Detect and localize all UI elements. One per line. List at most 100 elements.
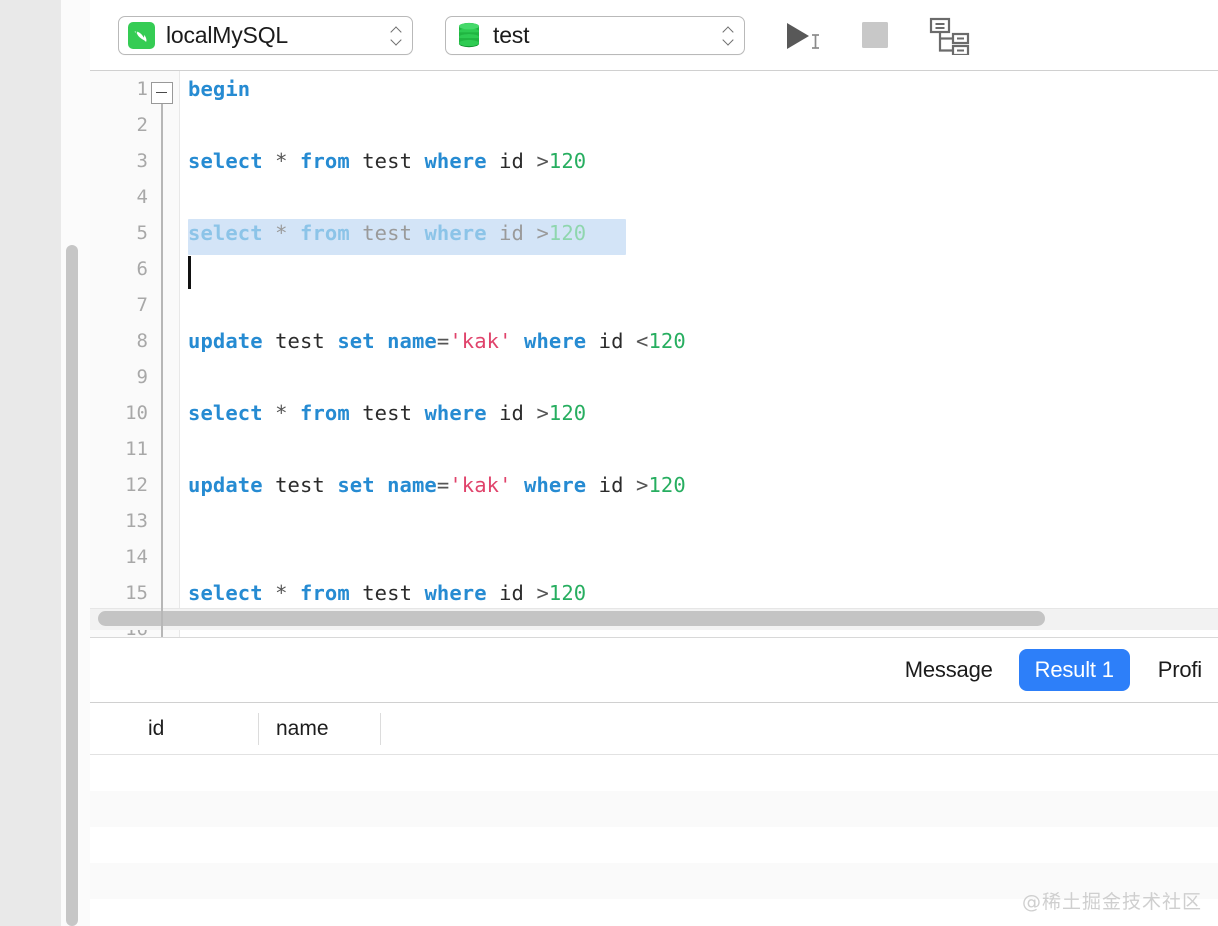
code-token: from (300, 149, 350, 173)
code-line[interactable]: 1 begin (90, 71, 1218, 107)
code-line[interactable]: 7 (90, 287, 1218, 323)
code-line[interactable]: 11 (90, 431, 1218, 467)
code-text[interactable]: select * from test where id >120 (188, 143, 586, 179)
code-text[interactable]: begin (188, 71, 250, 107)
code-token: begin (188, 77, 251, 101)
line-number: 12 (125, 474, 148, 496)
database-stepper-icon[interactable] (716, 19, 740, 51)
code-token: set (337, 329, 375, 353)
code-line[interactable]: 15 select * from test where id >120 (90, 575, 1218, 611)
line-number: 13 (125, 510, 148, 532)
code-token: select (188, 401, 263, 425)
code-line[interactable]: 9 (90, 359, 1218, 395)
column-header-blank[interactable] (380, 703, 500, 755)
line-number: 3 (136, 150, 148, 172)
code-text[interactable]: select * from test where id >120 (188, 395, 586, 431)
code-token: test (349, 149, 425, 173)
code-token: > (536, 401, 549, 425)
mysql-dolphin-icon (128, 21, 155, 49)
tab-message[interactable]: Message (889, 649, 1009, 691)
line-number: 7 (136, 294, 148, 316)
code-line[interactable]: 8 update test set name='kak' where id <12… (90, 323, 1218, 359)
code-line[interactable]: 4 (90, 179, 1218, 215)
code-lines[interactable]: 1 begin 2 3 select * from test where id >120… (90, 71, 1218, 637)
editor-horizontal-scrollbar-thumb[interactable] (98, 611, 1045, 626)
connection-stepper-icon[interactable] (384, 19, 408, 51)
code-line[interactable]: 12 update test set name='kak' where id >1… (90, 467, 1218, 503)
column-header-id[interactable]: id (130, 703, 258, 755)
code-text[interactable]: select * from test where id >120 (188, 575, 586, 611)
vertical-scrollbar-thumb[interactable] (66, 245, 78, 926)
stop-query-button[interactable] (855, 13, 895, 57)
code-token: 120 (648, 473, 686, 497)
code-token: from (300, 221, 350, 245)
database-selector[interactable]: test (445, 15, 745, 55)
code-token: 120 (548, 581, 587, 605)
code-token: * (275, 581, 288, 605)
code-fold-toggle[interactable] (151, 82, 173, 104)
code-token: test (262, 473, 338, 497)
line-number: 5 (136, 222, 148, 244)
code-text[interactable]: select * from test where id >120 (188, 215, 586, 251)
code-token: = (436, 329, 450, 353)
tab-result-1[interactable]: Result 1 (1018, 649, 1130, 691)
chevron-down-icon (723, 37, 734, 44)
code-token: 'kak' (449, 329, 512, 353)
line-number: 1 (136, 78, 148, 100)
code-fold-guide-line (161, 104, 163, 637)
vertical-scrollbar-track[interactable] (62, 140, 80, 926)
code-token: > (536, 581, 549, 605)
toolbar: localMySQL test (90, 0, 1218, 71)
table-row[interactable] (90, 755, 1218, 791)
code-line[interactable]: 14 (90, 539, 1218, 575)
line-number: 10 (125, 402, 148, 424)
sql-client-window: localMySQL test 1 begin 2 3 select * fro… (0, 0, 1218, 926)
code-token: name (387, 329, 437, 353)
run-query-button[interactable] (779, 13, 833, 57)
table-row[interactable] (90, 791, 1218, 827)
code-token: update (188, 329, 263, 353)
code-token: > (536, 221, 549, 245)
tab-profile[interactable]: Profi (1142, 649, 1218, 691)
line-number: 11 (125, 438, 148, 460)
connection-selector[interactable]: localMySQL (118, 15, 413, 55)
code-token: = (436, 473, 450, 497)
table-row[interactable] (90, 827, 1218, 863)
explain-plan-tree-icon[interactable] (925, 13, 973, 57)
code-token: select (188, 149, 263, 173)
code-token: * (275, 221, 288, 245)
code-token: > (536, 149, 549, 173)
code-token: where (524, 473, 587, 497)
column-header-name[interactable]: name (258, 703, 380, 755)
code-line[interactable]: 3 select * from test where id >120 (90, 143, 1218, 179)
code-line[interactable]: 10 select * from test where id >120 (90, 395, 1218, 431)
code-token: id (586, 473, 636, 497)
code-token: update (188, 473, 263, 497)
code-text[interactable]: update test set name='kak' where id >120 (188, 467, 686, 503)
code-token: id (586, 329, 636, 353)
code-line[interactable]: 13 (90, 503, 1218, 539)
code-token: set (337, 473, 375, 497)
chevron-down-icon (391, 37, 402, 44)
line-number: 4 (136, 186, 148, 208)
code-line[interactable]: 6 (90, 251, 1218, 287)
chevron-up-icon (391, 27, 402, 34)
code-text[interactable]: update test set name='kak' where id <120 (188, 323, 686, 359)
line-number: 14 (125, 546, 148, 568)
code-line[interactable]: 2 (90, 107, 1218, 143)
result-grid-header: id name (90, 703, 1218, 755)
code-token: > (636, 473, 649, 497)
connection-name: localMySQL (166, 21, 288, 48)
code-token: name (387, 473, 437, 497)
code-token: where (424, 221, 487, 245)
code-token: 'kak' (449, 473, 512, 497)
line-number: 6 (136, 258, 148, 280)
sql-editor[interactable]: 1 begin 2 3 select * from test where id >120… (90, 71, 1218, 637)
code-line[interactable]: 5 select * from test where id >120 (90, 215, 1218, 251)
